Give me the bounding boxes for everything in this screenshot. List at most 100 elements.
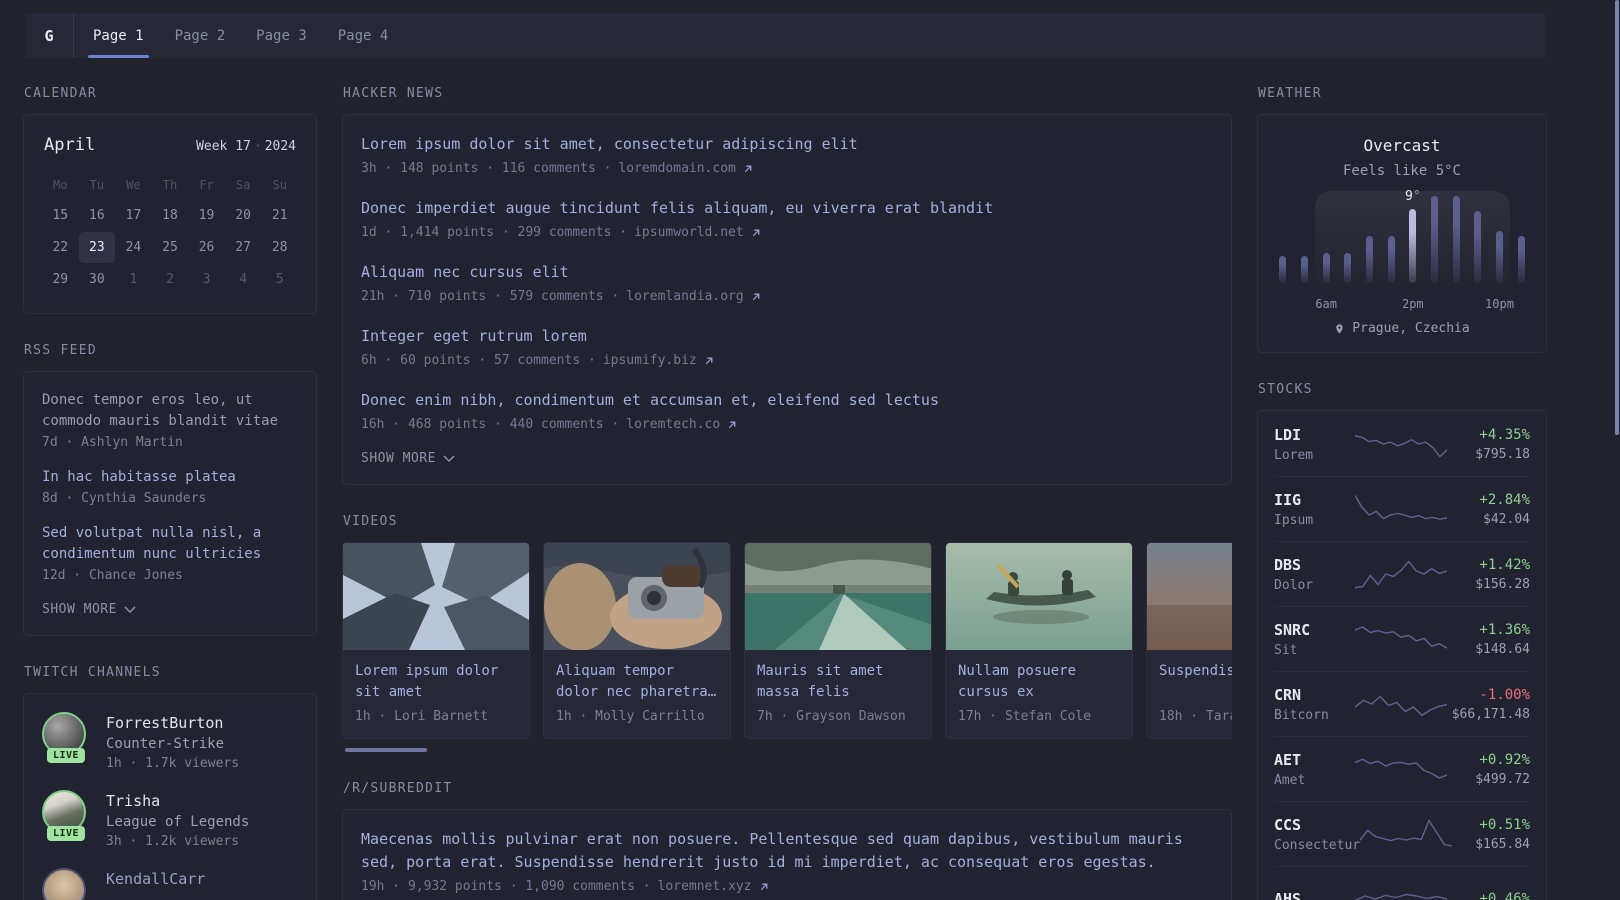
- video-title[interactable]: Nullam posuere cursus ex: [958, 661, 1120, 703]
- video-title[interactable]: Suspendisse diam: [1159, 661, 1232, 703]
- feed-item-domain-link[interactable]: ipsumify.biz: [603, 353, 697, 368]
- feed-item-domain-link[interactable]: loremlandia.org: [626, 289, 743, 304]
- feed-item-domain-link[interactable]: loremdomain.com: [618, 161, 735, 176]
- page-scrollbar-thumb[interactable]: [1615, 0, 1619, 435]
- avatar: LIVE: [42, 790, 90, 841]
- weather-bar: [1301, 256, 1308, 283]
- stock-sparkline: [1355, 620, 1448, 658]
- hackernews-show-more-button[interactable]: SHOW MORE: [361, 451, 1213, 466]
- calendar-day: 19: [198, 208, 215, 223]
- feed-item-domain-link[interactable]: ipsumworld.net: [634, 225, 744, 240]
- video-card-body: Mauris sit amet massa felis 7h · Grayson …: [745, 650, 931, 738]
- weather-hourly-chart: 9° 6am 2pm 10pm: [1272, 189, 1532, 311]
- tab-page-3[interactable]: Page 3: [256, 13, 307, 58]
- feed-item-stats: 19h · 9,932 points · 1,090 comments ·: [361, 879, 651, 894]
- stock-values: +0.92% $499.72: [1447, 752, 1530, 787]
- stock-name: Dolor: [1274, 577, 1314, 593]
- stock-sparkline: [1355, 555, 1448, 593]
- weather-bar: [1496, 231, 1503, 283]
- rss-item-title[interactable]: In hac habitasse platea: [42, 467, 298, 488]
- weather-bar: [1344, 253, 1352, 283]
- external-link-icon: [705, 357, 713, 364]
- video-card-body: Nullam posuere cursus ex 17h · Stefan Col…: [946, 650, 1132, 738]
- calendar-day: 29: [52, 272, 69, 287]
- calendar-day: 16: [89, 208, 105, 223]
- video-title[interactable]: Mauris sit amet massa felis: [757, 661, 919, 703]
- video-card[interactable]: Nullam posuere cursus ex 17h · Stefan Col…: [945, 542, 1133, 739]
- live-badge: LIVE: [46, 826, 86, 841]
- rss-widget-title: RSS FEED: [24, 343, 98, 358]
- stock-symbol: DBS: [1274, 555, 1302, 574]
- feed-item-domain-link[interactable]: loremnet.xyz: [658, 879, 752, 894]
- stock-row[interactable]: SNRC Sit +1.36% $148.64: [1274, 607, 1530, 672]
- avatar-image: [42, 868, 86, 900]
- twitch-channel[interactable]: KendallCarr: [42, 868, 298, 900]
- video-meta: 18h · Tara: [1159, 709, 1232, 724]
- feed-item-title[interactable]: Donec imperdiet augue tincidunt felis al…: [361, 197, 1213, 220]
- rss-card: Donec tempor eros leo, ut commodo mauris…: [23, 371, 317, 636]
- video-title[interactable]: Lorem ipsum dolor sit amet consectetu…: [355, 661, 517, 703]
- stock-symbol: IIG: [1274, 490, 1302, 509]
- weather-current-temp: 9°: [1405, 189, 1421, 204]
- stock-row[interactable]: LDI Lorem +4.35% $795.18: [1274, 412, 1530, 477]
- app-logo[interactable]: G: [25, 13, 74, 58]
- stock-info: SNRC Sit: [1274, 621, 1355, 658]
- stock-price: $165.84: [1475, 836, 1530, 852]
- rss-item-title[interactable]: Sed volutpat nulla nisl, a condimentum n…: [42, 523, 298, 565]
- twitch-channel[interactable]: LIVE ForrestBurton Counter-Strike 1h · 1.7k…: [42, 712, 298, 771]
- weather-time-label: 6am: [1315, 297, 1337, 311]
- feed-item: Donec imperdiet augue tincidunt felis al…: [361, 197, 1213, 240]
- tab-page-2[interactable]: Page 2: [175, 13, 226, 58]
- stock-values: +2.84% $42.04: [1447, 492, 1530, 527]
- stock-sparkline: [1355, 490, 1448, 528]
- feed-item-meta: 19h · 9,932 points · 1,090 comments · lor…: [361, 879, 1213, 894]
- stock-info: CCS Consectetur: [1274, 816, 1360, 853]
- stock-row[interactable]: AHS +0.46%: [1274, 867, 1530, 900]
- stock-name: Amet: [1274, 772, 1306, 788]
- stock-values: +0.51% $165.84: [1452, 817, 1530, 852]
- rss-show-more-button[interactable]: SHOW MORE: [42, 602, 298, 617]
- video-card[interactable]: Suspendisse diam 18h · Tara: [1146, 542, 1232, 739]
- stock-name: Sit: [1274, 642, 1298, 658]
- calendar-day: 24: [125, 240, 142, 255]
- video-card[interactable]: Lorem ipsum dolor sit amet consectetu… 1h…: [342, 542, 530, 739]
- subreddit-widget: /R/SUBREDDIT Maecenas mollis pulvinar er…: [342, 781, 1232, 900]
- stock-sparkline: [1360, 815, 1453, 853]
- twitch-channel-info: KendallCarr: [106, 868, 205, 888]
- stock-row[interactable]: CRN Bitcorn -1.00% $66,171.48: [1274, 672, 1530, 737]
- feed-item: Maecenas mollis pulvinar erat non posuer…: [361, 828, 1213, 894]
- videos-scrollbar-thumb[interactable]: [345, 748, 427, 752]
- tab-page-4[interactable]: Page 4: [338, 13, 389, 58]
- chevron-down-icon: [124, 606, 136, 613]
- rss-item-title[interactable]: Donec tempor eros leo, ut commodo mauris…: [42, 390, 298, 432]
- feed-item-title[interactable]: Maecenas mollis pulvinar erat non posuer…: [361, 828, 1213, 874]
- videos-scrollbar: [342, 748, 1232, 752]
- twitch-channel[interactable]: LIVE Trisha League of Legends 3h · 1.2k vie…: [42, 790, 298, 849]
- videos-widget-title: VIDEOS: [343, 514, 398, 529]
- feed-item-title[interactable]: Lorem ipsum dolor sit amet, consectetur …: [361, 133, 1213, 156]
- feed-item-title[interactable]: Donec enim nibh, condimentum et accumsan…: [361, 389, 1213, 412]
- weather-bar: [1387, 236, 1395, 283]
- stock-price: $795.18: [1475, 446, 1530, 462]
- video-thumbnail: [1147, 543, 1232, 650]
- twitch-channel-category: League of Legends: [106, 814, 250, 830]
- external-link-icon: [752, 293, 760, 300]
- hackernews-widget: HACKER NEWS Lorem ipsum dolor sit amet, …: [342, 86, 1232, 485]
- stock-change: +0.46%: [1479, 891, 1530, 900]
- stock-row[interactable]: CCS Consectetur +0.51% $165.84: [1274, 802, 1530, 867]
- stock-row[interactable]: DBS Dolor +1.42% $156.28: [1274, 542, 1530, 607]
- feed-item-meta: 16h · 468 points · 440 comments · loremte…: [361, 417, 1213, 432]
- feed-item-stats: 1d · 1,414 points · 299 comments ·: [361, 225, 628, 240]
- feed-item-domain-link[interactable]: loremtech.co: [626, 417, 720, 432]
- feed-item-meta: 6h · 60 points · 57 comments · ipsumify.b…: [361, 353, 1213, 368]
- tab-page-1[interactable]: Page 1: [88, 13, 149, 58]
- feed-item-title[interactable]: Aliquam nec cursus elit: [361, 261, 1213, 284]
- feed-item-title[interactable]: Integer eget rutrum lorem: [361, 325, 1213, 348]
- video-card[interactable]: Aliquam tempor dolor nec pharetra… 1h · M…: [543, 542, 731, 739]
- video-card[interactable]: Mauris sit amet massa felis 7h · Grayson …: [744, 542, 932, 739]
- stock-row[interactable]: IIG Ipsum +2.84% $42.04: [1274, 477, 1530, 542]
- video-title[interactable]: Aliquam tempor dolor nec pharetra…: [556, 661, 718, 703]
- stock-change: -1.00%: [1479, 686, 1530, 703]
- stock-row[interactable]: AET Amet +0.92% $499.72: [1274, 737, 1530, 802]
- column-middle: HACKER NEWS Lorem ipsum dolor sit amet, …: [342, 86, 1232, 900]
